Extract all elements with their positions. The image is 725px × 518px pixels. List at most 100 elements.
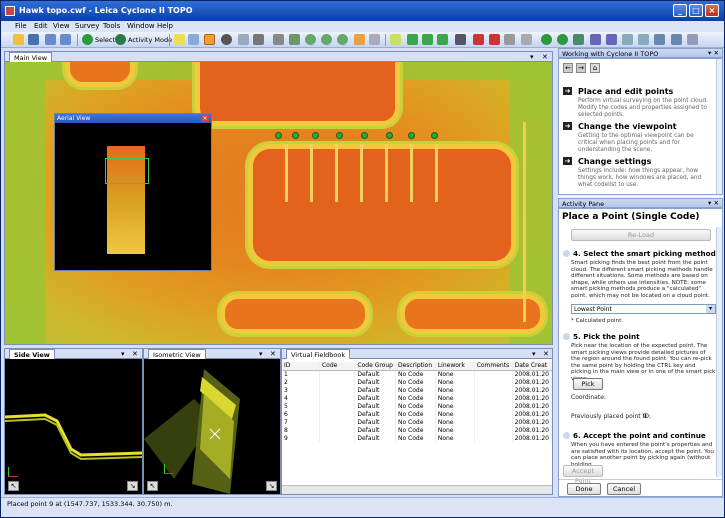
aerial-viewport-box[interactable] [105,158,149,184]
nav-icon[interactable]: ↘ [266,481,277,491]
minimize-button[interactable]: _ [673,4,687,17]
cancel-button[interactable]: Cancel [607,483,641,495]
collapse-icon[interactable] [563,333,570,340]
forward-icon[interactable]: → [576,63,586,73]
fieldbook-hscrollbar[interactable] [282,485,552,494]
delete-line-icon[interactable] [473,34,484,45]
placed-point-marker[interactable] [336,132,343,139]
menu-view[interactable]: View [53,22,70,30]
col-header[interactable]: Description [395,362,436,371]
fly-icon[interactable] [238,34,249,45]
collapse-icon[interactable] [563,432,570,439]
grid-icon[interactable] [590,34,601,45]
col-header[interactable]: Linework [435,362,475,371]
view-iso-icon[interactable] [289,34,300,45]
settings-icon[interactable] [622,34,633,45]
pick-icon[interactable] [174,34,185,45]
aerial-view-window[interactable]: Aerial View × [54,113,212,271]
placed-point-marker[interactable] [275,132,282,139]
col-header[interactable]: Date Creat [512,362,552,371]
reload-button[interactable]: Re-Load [571,229,711,241]
table-row[interactable]: 1 Default No Code None 2008.01.20 [282,370,552,378]
open-icon[interactable] [13,34,24,45]
activity-mode-label[interactable]: Activity Mode [128,36,172,44]
pick-button[interactable]: Pick [573,378,603,390]
help-icon[interactable] [687,34,698,45]
step4-heading[interactable]: 4. Select the smart picking method [563,249,716,258]
working-scrollbar[interactable] [716,59,722,194]
go-icon[interactable] [541,34,552,45]
placed-point-marker[interactable] [408,132,415,139]
close-pane-icon[interactable]: ▾ ✕ [708,199,719,207]
menu-file[interactable]: File [15,22,27,30]
select-label[interactable]: Select [95,36,115,44]
undo-icon[interactable] [45,34,56,45]
placed-point-marker[interactable] [431,132,438,139]
placed-point-marker[interactable] [361,132,368,139]
close-pane-icon[interactable]: ✕ [542,53,548,61]
back-icon[interactable]: ← [563,63,573,73]
select-icon[interactable] [82,34,93,45]
collapse-icon[interactable] [563,250,570,257]
home-icon[interactable]: ⌂ [590,63,600,73]
tab-side-view[interactable]: Side View [9,349,55,359]
done-button[interactable]: Done [567,483,601,495]
step5-heading[interactable]: 5. Pick the point [563,332,640,341]
zoom-icon[interactable] [188,34,199,45]
col-header[interactable]: Code Group [354,362,396,371]
placed-point-marker[interactable] [312,132,319,139]
view-top-icon[interactable] [273,34,284,45]
nav-icon[interactable]: ↖ [8,481,19,491]
add-line-icon[interactable] [422,34,433,45]
disabled-delete-icon[interactable] [521,34,532,45]
walk-icon[interactable] [253,34,264,45]
cube-icon[interactable] [354,34,365,45]
menu-help[interactable]: Help [157,22,173,30]
zoom-out-icon[interactable] [321,34,332,45]
accept-point-button[interactable]: Accept Point [563,465,603,485]
table-row[interactable]: 5 Default No Code None 2008.01.20 [282,402,552,410]
place-point-icon[interactable] [390,34,401,45]
erase-icon[interactable] [369,34,380,45]
picking-method-select[interactable]: Lowest Point ▾ [571,304,716,314]
table-row[interactable]: 2 Default No Code None 2008.01.20 [282,378,552,386]
nav-icon[interactable]: ↖ [147,481,158,491]
tab-main-view[interactable]: Main View [9,52,53,62]
import-icon[interactable] [654,34,665,45]
pan-icon[interactable] [204,34,215,45]
line-icon[interactable] [455,34,466,45]
tab-virtual-fieldbook[interactable]: Virtual Fieldbook [286,349,351,359]
activity-scrollbar[interactable] [716,227,722,477]
pin-icon[interactable]: ▾ [532,350,536,358]
aerial-close-icon[interactable]: × [201,115,209,122]
report-icon[interactable] [671,34,682,45]
close-pane-icon[interactable]: ✕ [543,350,549,358]
maximize-button[interactable]: □ [689,4,703,17]
delete-point-icon[interactable] [489,34,500,45]
close-pane-icon[interactable]: ✕ [132,350,138,358]
table-icon[interactable] [606,34,617,45]
pin-icon[interactable]: ▾ [121,350,125,358]
save-icon[interactable] [28,34,39,45]
layers-icon[interactable] [573,34,584,45]
table-row[interactable]: 8 Default No Code None 2008.01.20 [282,426,552,434]
table-row[interactable]: 3 Default No Code None 2008.01.20 [282,386,552,394]
export-icon[interactable] [638,34,649,45]
table-row[interactable]: 4 Default No Code None 2008.01.20 [282,394,552,402]
working-item-title[interactable]: Place and edit points [578,87,673,96]
cut-icon[interactable] [504,34,515,45]
menu-edit[interactable]: Edit [34,22,48,30]
redo-icon[interactable] [60,34,71,45]
pin-icon[interactable]: ▾ [530,53,534,61]
menu-survey[interactable]: Survey [75,22,99,30]
close-pane-icon[interactable]: ✕ [270,350,276,358]
refresh-icon[interactable] [557,34,568,45]
col-header[interactable]: ID [282,362,320,371]
step6-heading[interactable]: 6. Accept the point and continue [563,431,706,440]
chevron-down-icon[interactable]: ▾ [706,305,715,313]
working-item-title[interactable]: Change settings [578,157,651,166]
table-row[interactable]: 6 Default No Code None 2008.01.20 [282,410,552,418]
zoom-fit-icon[interactable] [337,34,348,45]
menu-window[interactable]: Window [127,22,155,30]
table-row[interactable]: 7 Default No Code None 2008.01.20 [282,418,552,426]
